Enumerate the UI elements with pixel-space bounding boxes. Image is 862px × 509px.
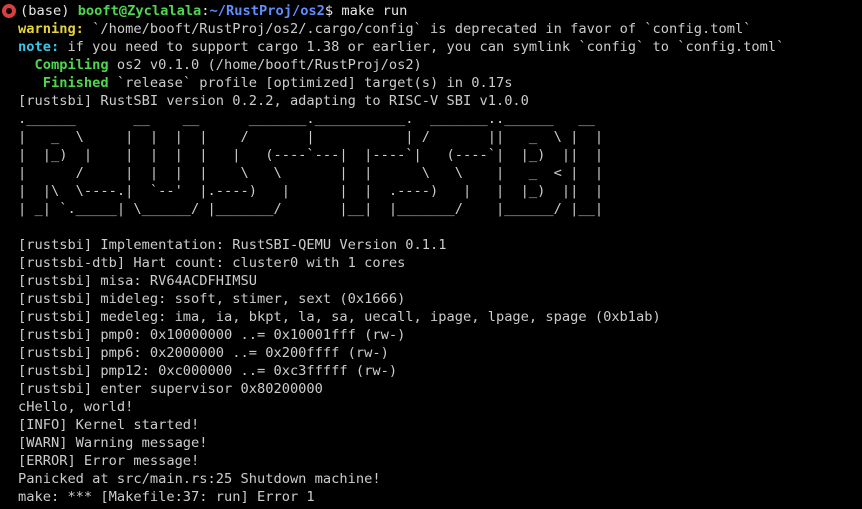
output-line: [rustsbi] mideleg: ssoft, stimer, sext (… [18, 291, 406, 307]
output-line: [rustsbi-dtb] Hart count: cluster0 with … [18, 255, 406, 271]
prompt-separator: : [201, 3, 210, 19]
output-line: [rustsbi] Implementation: RustSBI-QEMU V… [18, 237, 447, 253]
output-line: [ERROR] Error message! [18, 453, 200, 469]
compiling-text: os2 v0.1.0 (/home/booft/RustProj/os2) [108, 57, 422, 73]
warning-label: warning: [18, 21, 84, 37]
logo-art-line: .______ __ __ _______.___________. _____… [18, 111, 595, 127]
logo-art-line: | _ \ | | | | / | | / || _ \ | | [18, 129, 604, 145]
finished-label: Finished [18, 75, 109, 91]
prompt-line: (base) booft@Zyclalala : ~/RustProj/os2 … [0, 2, 862, 20]
output-line: Panicked at src/main.rs:25 Shutdown mach… [18, 471, 381, 487]
output-line: [rustsbi] medeleg: ima, ia, bkpt, la, sa… [18, 309, 661, 325]
current-path: ~/RustProj/os2 [209, 3, 325, 19]
output-line: [rustsbi] pmp0: 0x10000000 ..= 0x10001ff… [18, 327, 406, 343]
note-label: note: [18, 39, 60, 55]
output-line: [rustsbi] enter supervisor 0x80200000 [18, 381, 323, 397]
logo-art-line: | |\ \----.| `--' |.----) | | | .----) |… [18, 183, 604, 199]
note-line: note: if you need to support cargo 1.38 … [0, 38, 862, 56]
warning-line: warning: `/home/booft/RustProj/os2/.carg… [0, 20, 862, 38]
finished-text: `release` profile [optimized] target(s) … [108, 75, 513, 91]
conda-env: (base) [20, 3, 78, 19]
output-line: cHello, world! [18, 399, 134, 415]
rustsbi-version-line: [rustsbi] RustSBI version 0.2.2, adaptin… [18, 93, 529, 109]
logo-art-line: | |_) | | | | | | (----`---| |----`| (--… [18, 147, 604, 163]
output-line: [rustsbi] pmp6: 0x2000000 ..= 0x200ffff … [18, 345, 389, 361]
output-line: [rustsbi] pmp12: 0xc000000 ..= 0xc3fffff… [18, 363, 398, 379]
warning-text: `/home/booft/RustProj/os2/.cargo/config`… [83, 21, 752, 37]
prompt-symbol: $ [324, 3, 334, 19]
output-line: [rustsbi] misa: RV64ACDFHIMSU [18, 273, 257, 289]
compiling-label: Compiling [18, 57, 109, 73]
output-line: make: *** [Makefile:37: run] Error 1 [18, 489, 315, 505]
finished-line: Finished `release` profile [optimized] t… [0, 74, 862, 92]
note-text: if you need to support cargo 1.38 or ear… [59, 39, 785, 55]
rustsbi-logo-art: .______ __ __ _______.___________. _____… [0, 110, 862, 218]
error-status-icon [2, 4, 16, 18]
user-host: booft@Zyclalala [77, 3, 202, 19]
terminal-window[interactable]: (base) booft@Zyclalala : ~/RustProj/os2 … [0, 0, 862, 509]
logo-art-line: | _| `._____| \______/ |_______/ |__| |_… [18, 201, 604, 217]
output-line: [WARN] Warning message! [18, 435, 208, 451]
logo-art-line: | / | | | | \ \ | | \ \ | _ < | | [18, 165, 604, 181]
output-line: [INFO] Kernel started! [18, 417, 200, 433]
command-text: make run [333, 3, 408, 19]
compiling-line: Compiling os2 v0.1.0 (/home/booft/RustPr… [0, 56, 862, 74]
